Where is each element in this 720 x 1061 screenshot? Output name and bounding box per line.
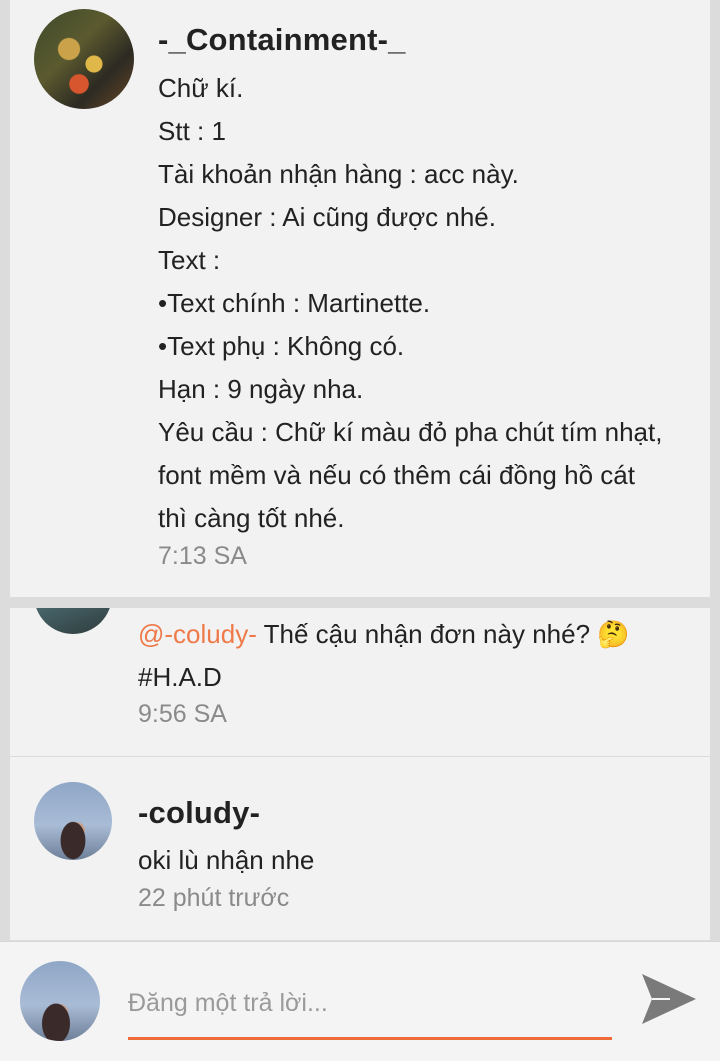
reply-card: @-coludy- Thế cậu nhận đơn này nhé? 🤔 #H… bbox=[10, 608, 710, 756]
reply-author-avatar[interactable] bbox=[34, 782, 112, 860]
reply-input[interactable] bbox=[128, 983, 612, 1023]
reply-body: @-coludy- Thế cậu nhận đơn này nhé? 🤔 #H… bbox=[138, 613, 630, 699]
post-line: Stt : 1 bbox=[158, 116, 226, 146]
send-icon bbox=[642, 974, 696, 1024]
post-line: •Text chính : Martinette. bbox=[158, 288, 431, 318]
user-mention[interactable]: @-coludy- bbox=[138, 619, 257, 649]
current-user-avatar bbox=[20, 961, 100, 1041]
post-line: Chữ kí. bbox=[158, 73, 244, 103]
hashtag[interactable]: #H.A.D bbox=[138, 656, 630, 699]
post-line: Designer : Ai cũng được nhé. bbox=[158, 202, 496, 232]
post-line: Tài khoản nhận hàng : acc này. bbox=[158, 159, 519, 189]
reply-card: -coludy- oki lù nhận nhe 22 phút trước bbox=[10, 757, 710, 940]
post-author-avatar[interactable] bbox=[34, 9, 134, 109]
post-body: Chữ kí. Stt : 1 Tài khoản nhận hàng : ac… bbox=[158, 67, 662, 540]
reply-body: oki lù nhận nhe bbox=[138, 839, 314, 882]
post-line: font mềm và nếu có thêm cái đồng hồ cát bbox=[158, 460, 635, 490]
send-button[interactable] bbox=[640, 972, 698, 1026]
reply-author-avatar[interactable] bbox=[34, 608, 112, 634]
post-line: •Text phụ : Không có. bbox=[158, 331, 405, 361]
reply-text-line: @-coludy- Thế cậu nhận đơn này nhé? 🤔 bbox=[138, 613, 630, 656]
reply-text: Thế cậu nhận đơn này nhé? 🤔 bbox=[256, 619, 630, 649]
reply-author-name[interactable]: -coludy- bbox=[138, 795, 260, 831]
post-line: Hạn : 9 ngày nha. bbox=[158, 374, 364, 404]
post-line: thì càng tốt nhé. bbox=[158, 503, 345, 533]
post-line: Text : bbox=[158, 245, 221, 275]
reply-timestamp: 9:56 SA bbox=[138, 700, 227, 728]
post-timestamp: 7:13 SA bbox=[158, 542, 247, 570]
reply-text: oki lù nhận nhe bbox=[138, 845, 315, 875]
post-card: -_Containment-_ Chữ kí. Stt : 1 Tài khoả… bbox=[10, 0, 710, 597]
post-line: Yêu cầu : Chữ kí màu đỏ pha chút tím nhạ… bbox=[158, 417, 663, 447]
reply-timestamp: 22 phút trước bbox=[138, 884, 290, 912]
post-author-name[interactable]: -_Containment-_ bbox=[158, 22, 406, 58]
reply-input-underline bbox=[128, 1037, 612, 1040]
